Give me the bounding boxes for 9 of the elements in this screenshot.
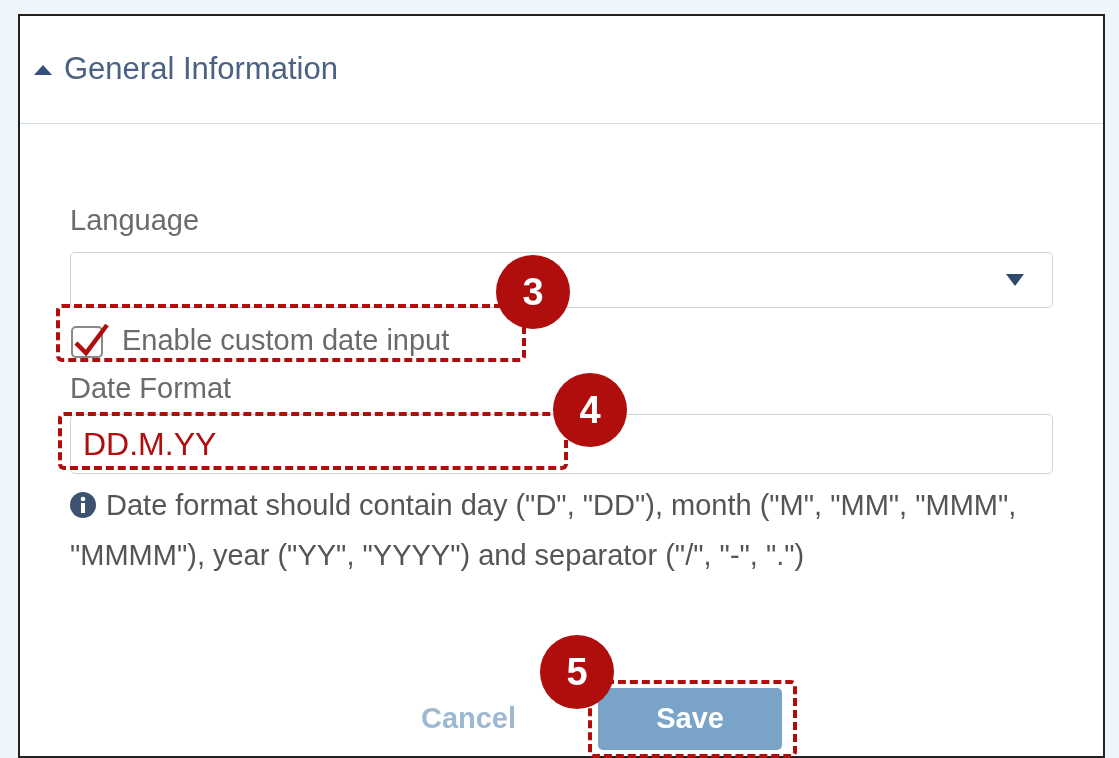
info-icon bbox=[70, 492, 96, 518]
section-header[interactable]: General Information bbox=[20, 16, 1103, 124]
checkbox[interactable] bbox=[70, 321, 110, 359]
dropdown-caret-icon bbox=[1006, 274, 1024, 286]
help-text: Date format should contain day ("D", "DD"), month ("M", "MM", "MMM", "MMMM"), year ("YY", "YYYY") and separator ("/", "-", ".") bbox=[70, 488, 1018, 573]
checkbox-label: Enable custom date input bbox=[122, 323, 450, 357]
field-label: Date Format bbox=[70, 371, 233, 406]
field-label: Language bbox=[70, 203, 201, 238]
section-title: General Information bbox=[64, 50, 338, 89]
